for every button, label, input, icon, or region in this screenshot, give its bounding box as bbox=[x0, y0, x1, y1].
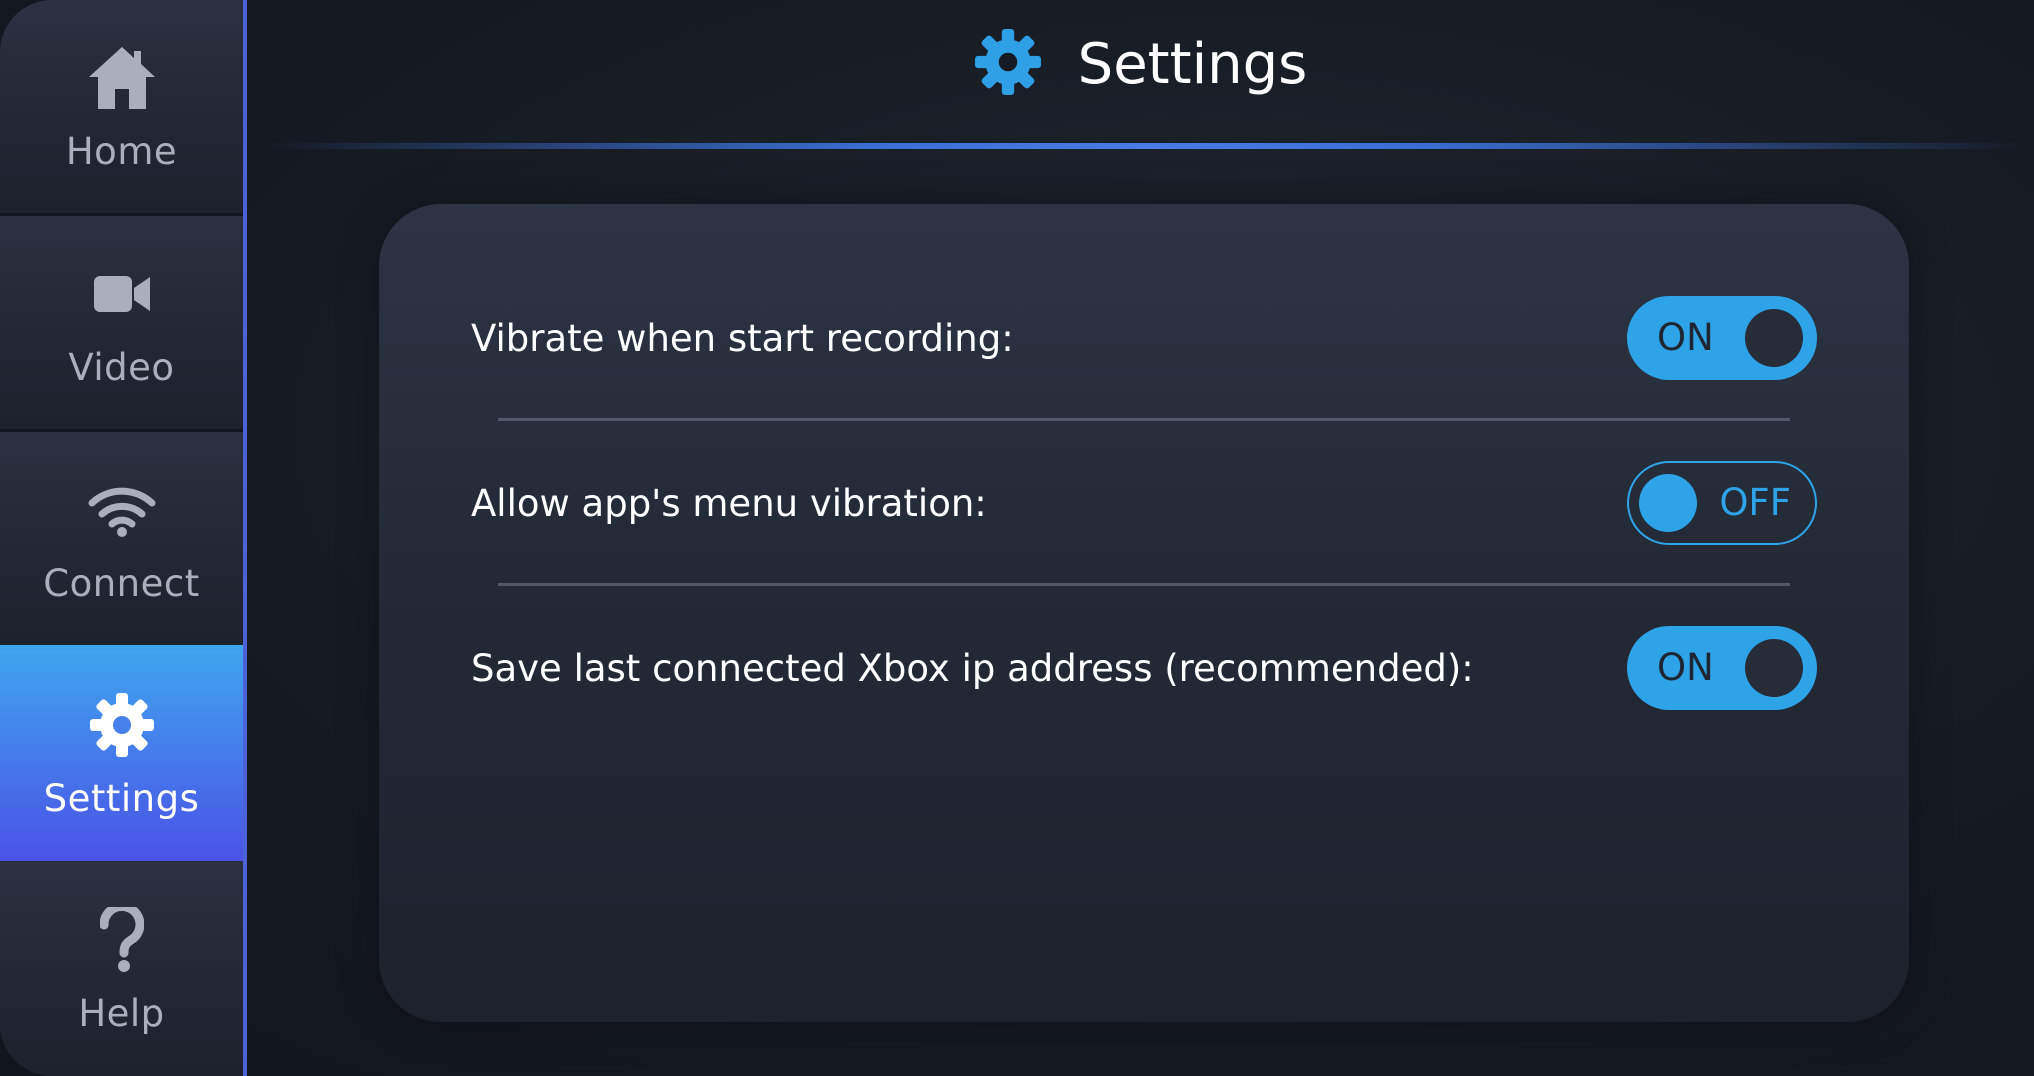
sidebar: Home Video Connect Settings Help bbox=[0, 0, 243, 1076]
toggle-knob bbox=[1639, 474, 1697, 532]
gear-icon bbox=[974, 28, 1042, 100]
sidebar-item-video[interactable]: Video bbox=[0, 216, 243, 429]
sidebar-item-label: Video bbox=[68, 346, 175, 389]
setting-label: Vibrate when start recording: bbox=[471, 316, 1014, 360]
sidebar-item-label: Settings bbox=[43, 776, 200, 820]
vibrate-recording-toggle[interactable]: ON bbox=[1627, 296, 1817, 380]
setting-row-vibrate-recording: Vibrate when start recording: ON bbox=[471, 296, 1817, 380]
toggle-state-text: OFF bbox=[1719, 481, 1791, 524]
row-divider bbox=[498, 583, 1790, 586]
sidebar-item-connect[interactable]: Connect bbox=[0, 432, 243, 645]
gear-icon bbox=[84, 687, 160, 763]
header-divider bbox=[267, 143, 2024, 149]
app-window: Home Video Connect Settings Help Setting… bbox=[0, 0, 2034, 1076]
toggle-knob bbox=[1745, 639, 1803, 697]
menu-vibration-toggle[interactable]: OFF bbox=[1627, 461, 1817, 545]
settings-panel: Vibrate when start recording: ON Allow a… bbox=[379, 204, 1909, 1022]
save-ip-toggle[interactable]: ON bbox=[1627, 626, 1817, 710]
header: Settings bbox=[247, 0, 2034, 149]
sidebar-item-label: Home bbox=[65, 130, 178, 173]
wifi-icon bbox=[84, 472, 160, 548]
sidebar-divider bbox=[243, 0, 247, 1076]
setting-label: Allow app's menu vibration: bbox=[471, 481, 987, 525]
setting-row-save-ip: Save last connected Xbox ip address (rec… bbox=[471, 626, 1817, 710]
toggle-state-text: ON bbox=[1657, 316, 1714, 359]
sidebar-item-settings[interactable]: Settings bbox=[0, 645, 243, 861]
page-title: Settings bbox=[1077, 31, 1308, 97]
setting-row-menu-vibration: Allow app's menu vibration: OFF bbox=[471, 461, 1817, 545]
sidebar-item-help[interactable]: Help bbox=[0, 861, 243, 1076]
home-icon bbox=[84, 40, 160, 116]
sidebar-item-label: Help bbox=[78, 992, 165, 1035]
sidebar-item-home[interactable]: Home bbox=[0, 0, 243, 213]
video-camera-icon bbox=[84, 256, 160, 332]
setting-label: Save last connected Xbox ip address (rec… bbox=[471, 646, 1474, 690]
toggle-state-text: ON bbox=[1657, 646, 1714, 689]
toggle-knob bbox=[1745, 309, 1803, 367]
question-mark-icon bbox=[84, 902, 160, 978]
row-divider bbox=[498, 418, 1790, 421]
sidebar-item-label: Connect bbox=[43, 562, 200, 605]
